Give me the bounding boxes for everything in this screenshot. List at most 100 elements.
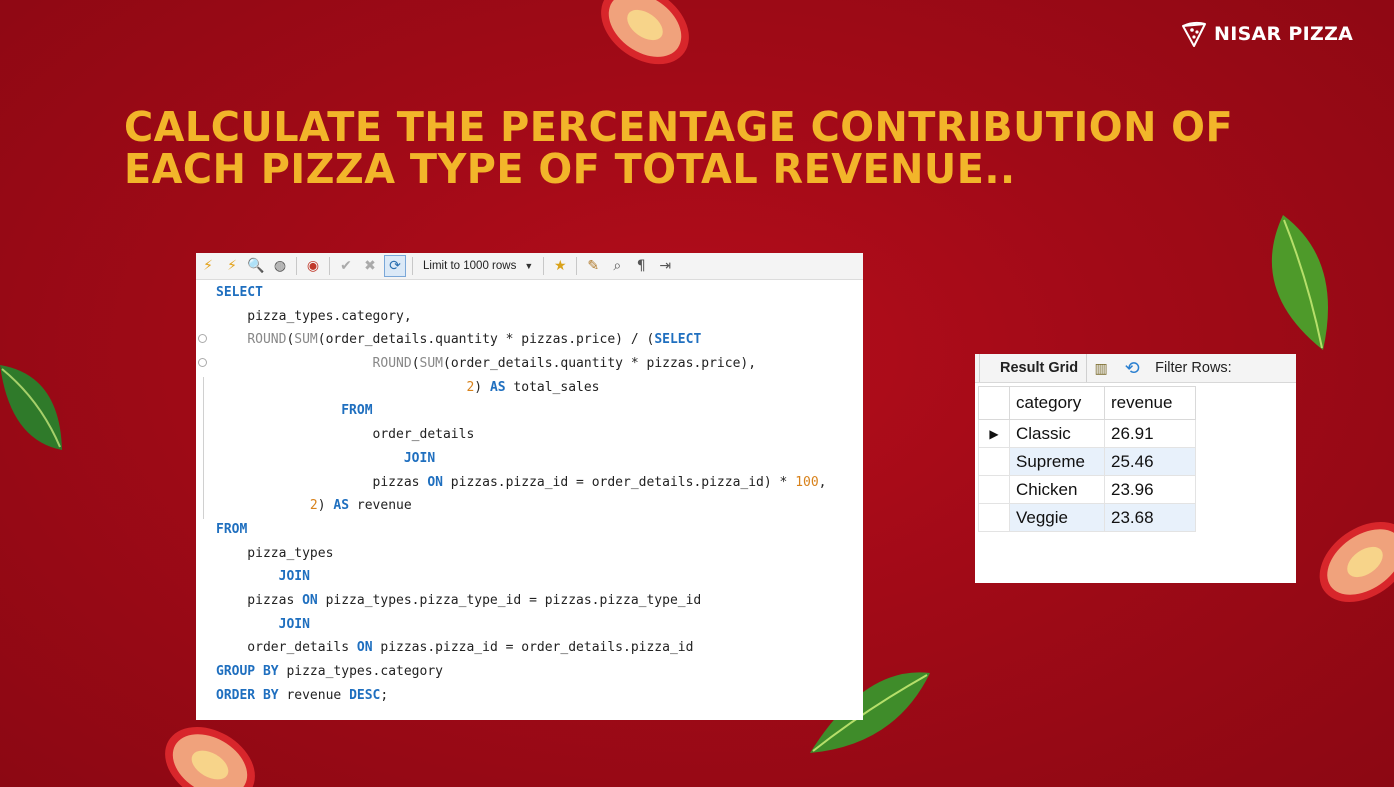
- code-token: JOIN: [403, 450, 436, 466]
- code-token: pizza_types.category,: [216, 308, 412, 324]
- code-line: GROUP BY pizza_types.category: [196, 660, 863, 684]
- code-line: JOIN: [196, 613, 863, 637]
- table-row[interactable]: Supreme 25.46: [978, 447, 1196, 476]
- code-line: pizza_types: [196, 542, 863, 566]
- table-row[interactable]: Veggie 23.68: [978, 503, 1196, 532]
- title-line-1: CALCULATE THE PERCENTAGE CONTRIBUTION OF: [124, 103, 1234, 151]
- tomato-slice-image: [1319, 522, 1394, 602]
- code-line: FROM: [196, 518, 863, 542]
- code-token: FROM: [216, 521, 248, 537]
- code-line: ORDER BY revenue DESC;: [196, 684, 863, 708]
- cell-revenue[interactable]: 25.46: [1104, 447, 1196, 476]
- code-token: order_details: [216, 640, 357, 656]
- tomato-slice-image: [165, 727, 255, 787]
- sql-code-area[interactable]: SELECT pizza_types.category, ROUND(SUM(o…: [196, 281, 863, 707]
- cell-revenue[interactable]: 23.96: [1104, 475, 1196, 504]
- sql-editor-panel: ⚡ ⚡ 🔍 ◍ ◉ ✔ ✖ ⟳ Limit to 1000 rows ▼ ★ ✎…: [196, 253, 863, 720]
- toggle-error-icon[interactable]: ◉: [303, 256, 323, 276]
- page-title: CALCULATE THE PERCENTAGE CONTRIBUTION OF…: [124, 103, 1234, 190]
- result-grid-tab[interactable]: Result Grid: [979, 354, 1088, 382]
- result-table: category revenue ▶ Classic 26.91 Supreme…: [978, 386, 1196, 532]
- code-token: pizzas.pizza_id = order_details.pizza_id…: [442, 474, 796, 490]
- limit-rows-select[interactable]: Limit to 1000 rows ▼: [419, 256, 537, 276]
- basil-leaf-image: [0, 365, 62, 450]
- code-token: ;: [380, 687, 389, 703]
- filter-rows-label: Filter Rows:: [1155, 360, 1232, 376]
- code-line: ROUND(SUM(order_details.quantity * pizza…: [196, 328, 863, 352]
- pizza-slice-icon: [1182, 21, 1206, 47]
- result-toolbar: Result Grid ▥ ⟲ Filter Rows:: [975, 354, 1296, 383]
- code-line: FROM: [196, 399, 863, 423]
- wrap-icon[interactable]: ⇥: [655, 256, 675, 276]
- code-token: SUM: [419, 356, 443, 372]
- code-line: SELECT: [196, 281, 863, 305]
- code-token: ON: [356, 640, 373, 656]
- explain-icon[interactable]: 🔍: [246, 256, 266, 276]
- cell-category[interactable]: Classic: [1009, 419, 1105, 448]
- brand-name: NISAR PIZZA: [1214, 23, 1354, 45]
- code-token: ROUND: [372, 356, 412, 372]
- column-header-category[interactable]: category: [1009, 386, 1105, 420]
- code-token: revenue: [278, 687, 350, 703]
- code-token: pizzas: [216, 474, 428, 490]
- current-row-arrow-icon: ▶: [978, 419, 1010, 448]
- table-row[interactable]: Chicken 23.96: [978, 475, 1196, 504]
- cell-category[interactable]: Chicken: [1009, 475, 1105, 504]
- code-token: pizzas.pizza_id = order_details.pizza_id: [372, 640, 694, 656]
- execute-current-icon[interactable]: ⚡: [222, 256, 242, 276]
- code-token: ORDER BY: [216, 687, 279, 703]
- execute-icon[interactable]: ⚡: [198, 256, 218, 276]
- table-header-row: category revenue: [978, 386, 1196, 420]
- cell-revenue[interactable]: 26.91: [1104, 419, 1196, 448]
- code-token: ON: [427, 474, 443, 490]
- stop-icon[interactable]: ◍: [270, 256, 290, 276]
- bookmark-icon[interactable]: ★: [550, 256, 570, 276]
- fold-toggle-icon[interactable]: [198, 358, 207, 368]
- beautify-icon[interactable]: ✎: [583, 256, 603, 276]
- code-token: JOIN: [278, 616, 310, 632]
- column-header-revenue[interactable]: revenue: [1104, 386, 1196, 420]
- find-icon[interactable]: ⌕: [607, 256, 627, 276]
- chevron-down-icon: ▼: [524, 261, 534, 271]
- cell-revenue[interactable]: 23.68: [1104, 503, 1196, 532]
- fold-toggle-icon[interactable]: [198, 334, 207, 344]
- result-grid-panel: Result Grid ▥ ⟲ Filter Rows: category re…: [975, 354, 1296, 583]
- row-indicator-header: [978, 386, 1010, 420]
- code-line: 2) AS total_sales: [196, 376, 863, 400]
- code-token: (: [411, 356, 420, 372]
- code-line: 2) AS revenue: [196, 494, 863, 518]
- code-token: order_details: [216, 427, 475, 443]
- code-token: pizza_types.pizza_type_id = pizzas.pizza…: [317, 592, 702, 608]
- code-token: pizza_types.category: [278, 664, 443, 679]
- code-line: pizzas ON pizzas.pizza_id = order_detail…: [196, 471, 863, 495]
- code-token: ON: [302, 592, 318, 608]
- code-line: JOIN: [196, 565, 863, 589]
- rollback-icon[interactable]: ✖: [360, 256, 380, 276]
- invisible-chars-icon[interactable]: ¶: [631, 256, 651, 276]
- code-line: order_details: [196, 423, 863, 447]
- table-row[interactable]: ▶ Classic 26.91: [978, 419, 1196, 448]
- cell-category[interactable]: Supreme: [1009, 447, 1105, 476]
- cell-category[interactable]: Veggie: [1009, 503, 1105, 532]
- form-editor-icon[interactable]: ▥: [1087, 360, 1115, 377]
- code-token: 100: [795, 474, 819, 490]
- brand-logo: NISAR PIZZA: [1180, 20, 1353, 48]
- code-token: JOIN: [278, 569, 310, 585]
- code-line: JOIN: [196, 447, 863, 471]
- code-token: (order_details.quantity * pizzas.price) …: [317, 332, 655, 348]
- code-token: (order_details.quantity * pizzas.price),: [443, 356, 757, 372]
- code-token: 2: [309, 498, 318, 514]
- refresh-icon[interactable]: ⟲: [1115, 358, 1149, 379]
- commit-icon[interactable]: ✔: [336, 256, 356, 276]
- code-token: SELECT: [216, 285, 263, 300]
- code-token: GROUP BY: [216, 664, 279, 679]
- code-token: ): [317, 498, 334, 514]
- fold-guide: [203, 377, 204, 519]
- code-line: pizzas ON pizza_types.pizza_type_id = pi…: [196, 589, 863, 613]
- code-token: FROM: [341, 403, 373, 419]
- autocommit-icon[interactable]: ⟳: [384, 255, 406, 277]
